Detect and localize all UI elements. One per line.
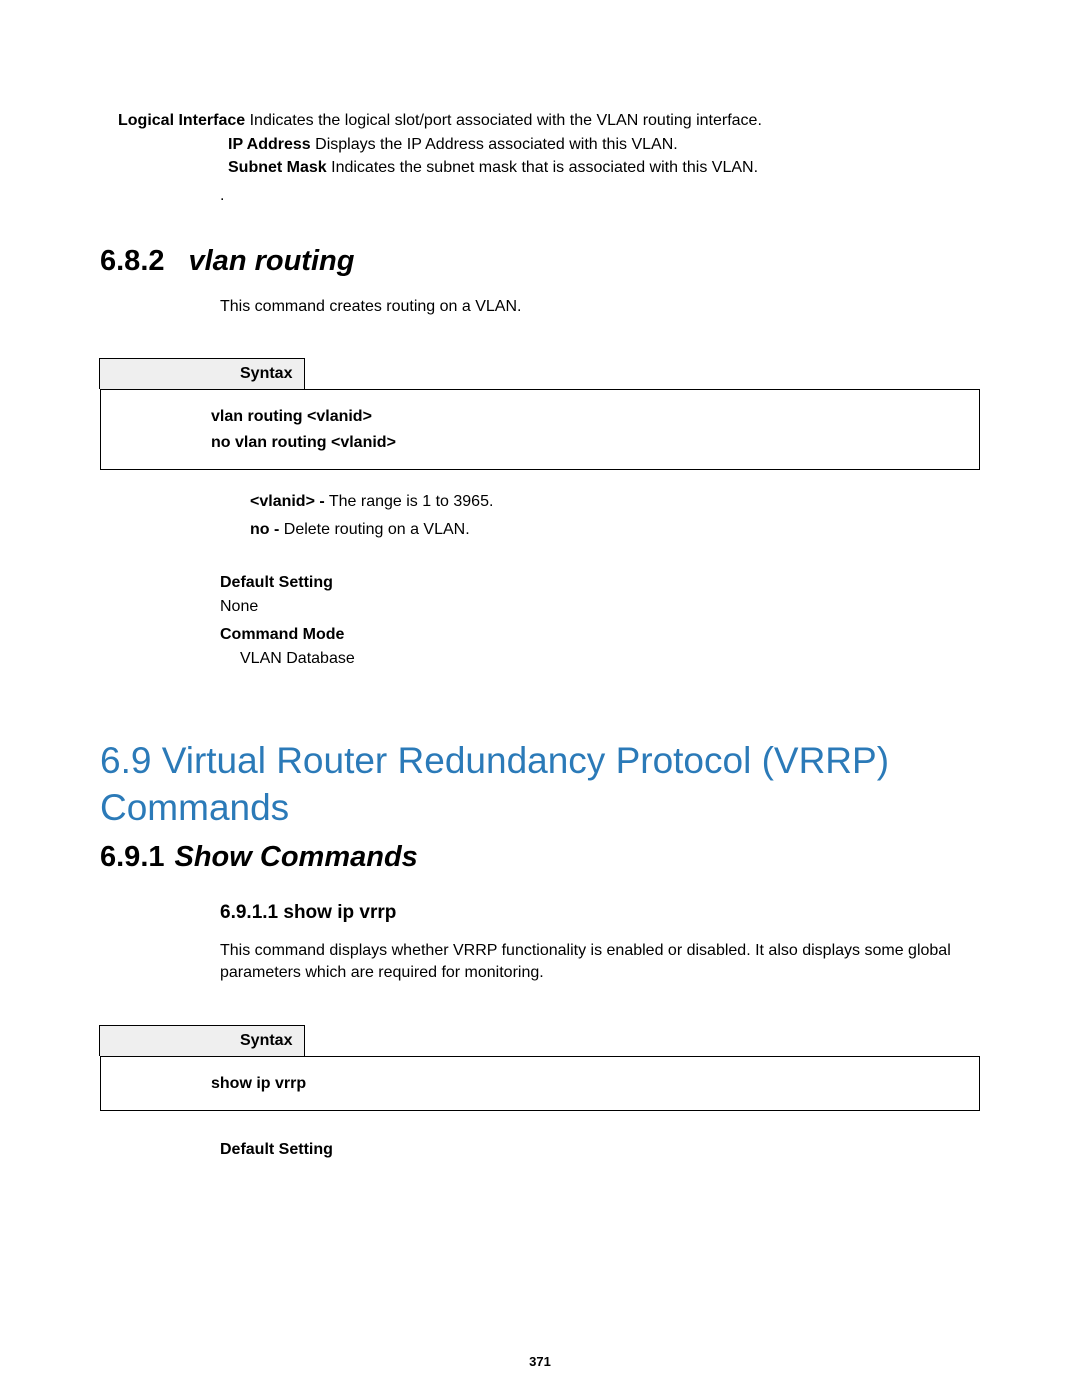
command-mode-label: Command Mode [220,626,980,644]
syntax-block-6911: Syntax show ip vrrp [100,1025,980,1112]
heading-6-9-1-1: 6.9.1.1 show ip vrrp [220,902,980,924]
syntax-line: no vlan routing <vlanid> [211,430,979,456]
param-text: The range is 1 to 3965. [325,493,494,510]
def-ip-text: Displays the IP Address associated with … [311,136,678,153]
syntax-header: Syntax [99,358,305,389]
syntax-header: Syntax [99,1025,305,1056]
def-logical: Logical Interface Indicates the logical … [118,110,980,132]
heading-title: Show Commands [175,841,418,873]
heading-6-8-2: 6.8.2 vlan routing [100,245,980,278]
default-setting-label: Default Setting [220,574,980,592]
trailing-dot: . [220,187,980,205]
def-subnet-label: Subnet Mask [228,159,327,176]
def-subnet-text: Indicates the subnet mask that is associ… [327,159,758,176]
def-ip-label: IP Address [228,136,311,153]
syntax-line: show ip vrrp [211,1071,979,1097]
def-subnet: Subnet Mask Indicates the subnet mask th… [228,157,980,179]
command-mode-value: VLAN Database [240,650,980,668]
heading-num: 6.9.1 [100,841,165,874]
param-block: <vlanid> - The range is 1 to 3965. no - … [250,488,980,544]
syntax-block-682: Syntax vlan routing <vlanid> no vlan rou… [100,358,980,470]
heading-6-9: 6.9 Virtual Router Redundancy Protocol (… [100,738,980,831]
def-ip: IP Address Displays the IP Address assoc… [228,134,980,156]
heading-title: vlan routing [189,245,355,277]
heading-6-9-1: 6.9.1 Show Commands [100,841,980,874]
param-line: no - Delete routing on a VLAN. [250,516,980,544]
def-logical-label: Logical Interface [118,112,245,129]
def-logical-text: Indicates the logical slot/port associat… [245,112,762,129]
desc-6-9-1-1: This command displays whether VRRP funct… [220,940,980,985]
param-label: <vlanid> - [250,493,325,510]
page-number: 371 [0,1354,1080,1369]
syntax-body: vlan routing <vlanid> no vlan routing <v… [100,389,980,470]
default-setting-value: None [220,598,980,616]
page: Logical Interface Indicates the logical … [0,0,1080,1397]
param-text: Delete routing on a VLAN. [279,521,469,538]
desc-6-8-2: This command creates routing on a VLAN. [220,296,980,318]
syntax-line: vlan routing <vlanid> [211,404,979,430]
syntax-body: show ip vrrp [100,1056,980,1112]
definition-block: Logical Interface Indicates the logical … [118,110,980,205]
param-line: <vlanid> - The range is 1 to 3965. [250,488,980,516]
default-setting-label-2: Default Setting [220,1141,980,1159]
heading-num: 6.8.2 [100,245,165,278]
param-label: no - [250,521,279,538]
